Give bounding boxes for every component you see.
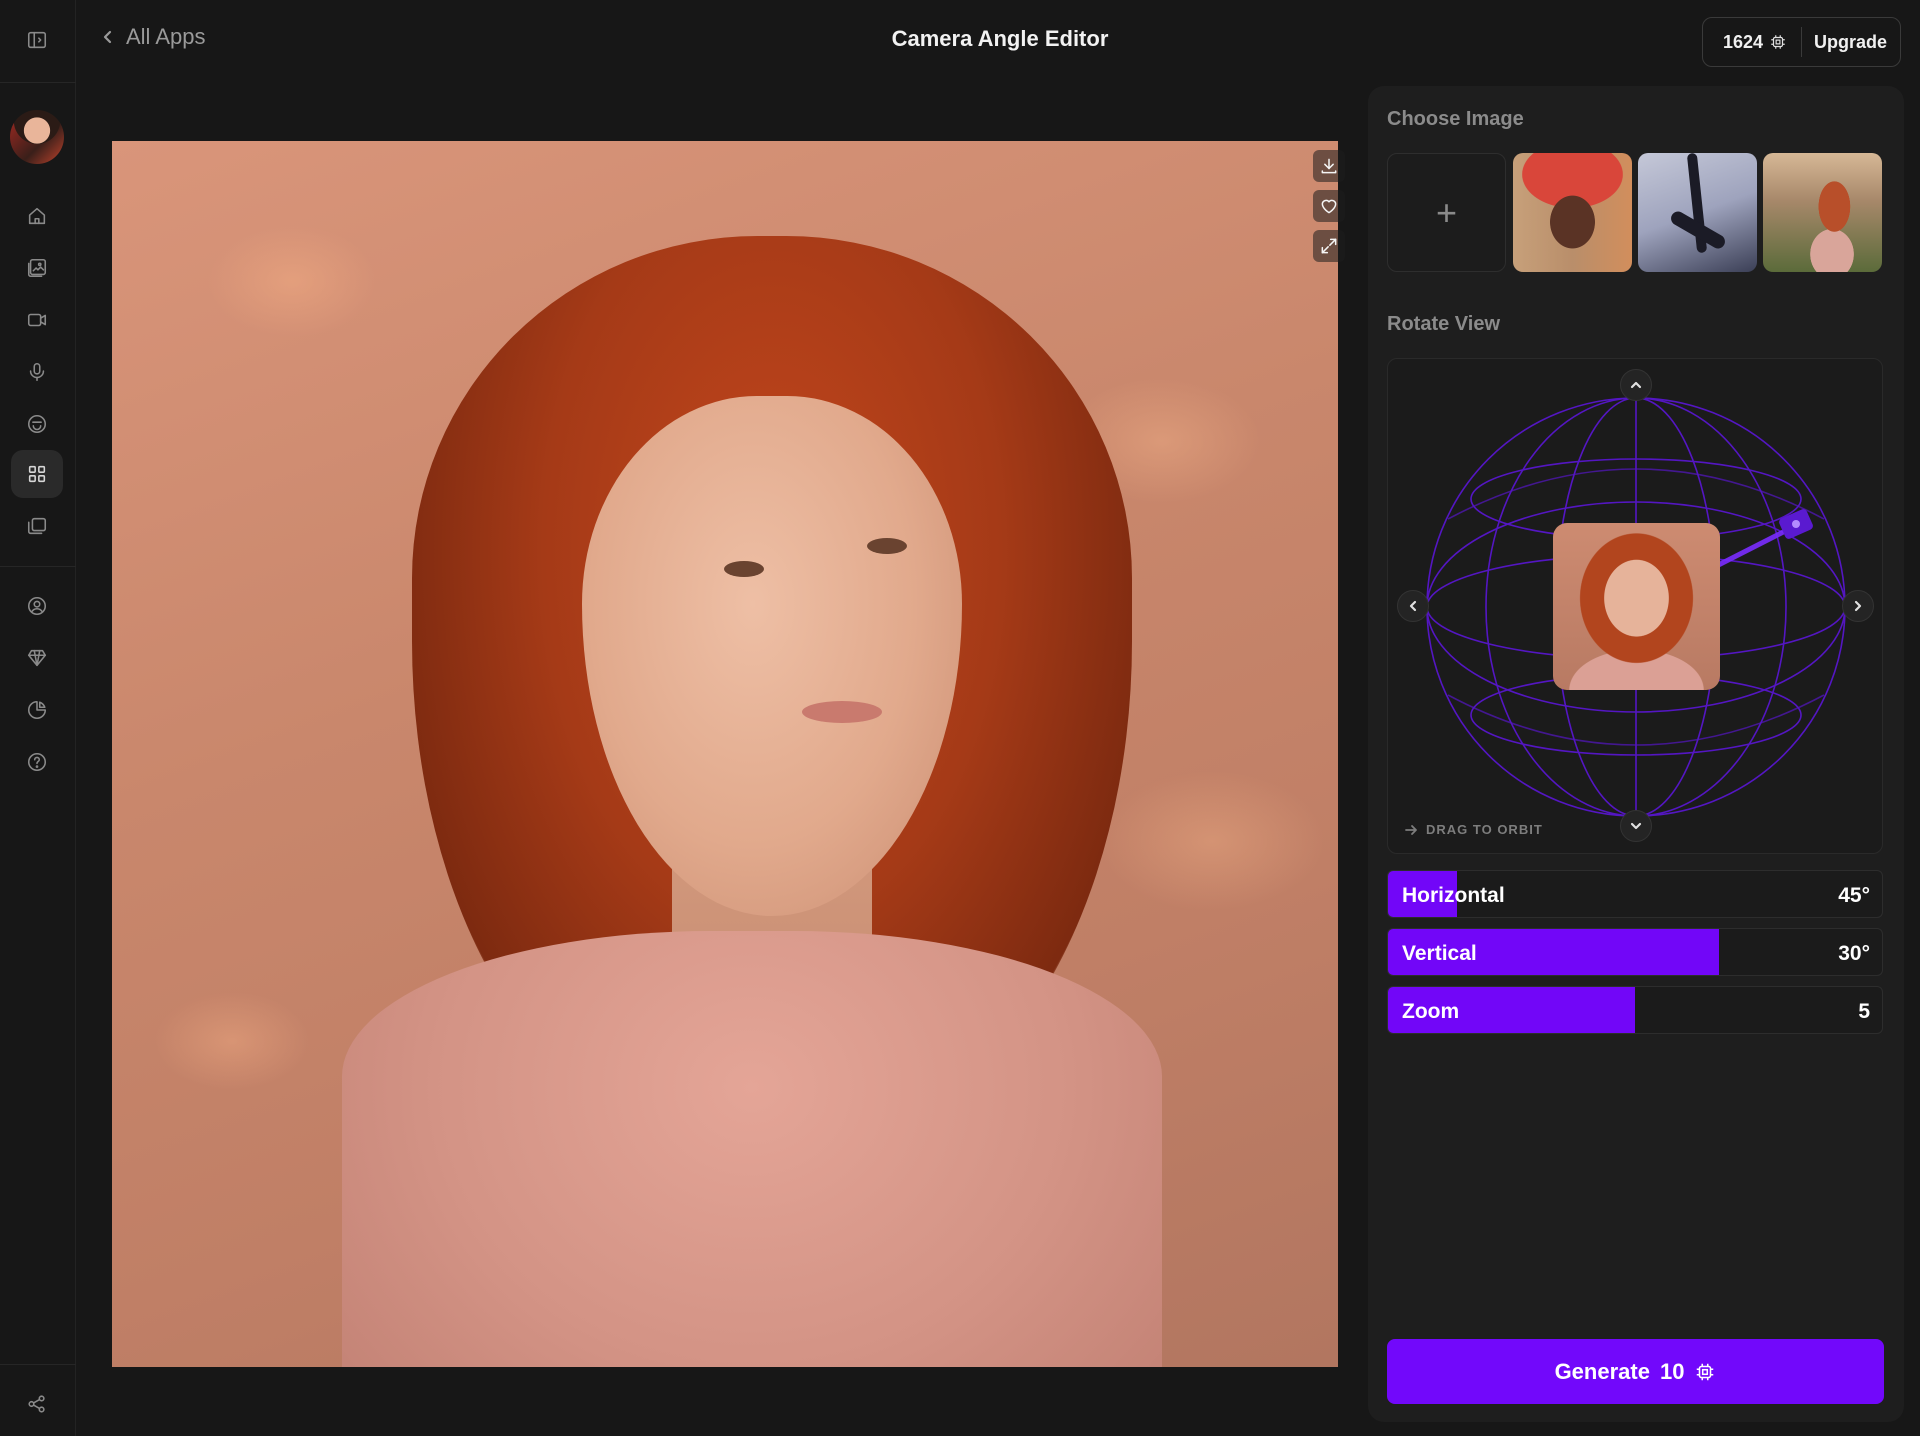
generate-label: Generate bbox=[1554, 1358, 1650, 1384]
orbit-control[interactable]: DRAG TO ORBIT bbox=[1387, 358, 1883, 854]
share-icon[interactable] bbox=[11, 1380, 63, 1428]
add-image-button[interactable]: + bbox=[1387, 153, 1506, 272]
diamond-icon[interactable] bbox=[11, 634, 63, 682]
home-icon[interactable] bbox=[11, 192, 63, 240]
slider-value: 5 bbox=[1858, 1000, 1870, 1023]
chip-icon bbox=[1771, 35, 1785, 49]
chevron-right-icon bbox=[1854, 600, 1862, 612]
drag-hint-label: DRAG TO ORBIT bbox=[1426, 822, 1543, 837]
orbit-up-button[interactable] bbox=[1620, 369, 1652, 401]
credits-counter[interactable]: 1624 bbox=[1703, 27, 1803, 57]
slider-label: Horizontal bbox=[1402, 884, 1505, 907]
download-icon[interactable] bbox=[1313, 150, 1345, 182]
drag-hint: DRAG TO ORBIT bbox=[1404, 822, 1543, 837]
orbit-right-button[interactable] bbox=[1842, 590, 1874, 622]
plus-icon: + bbox=[1435, 191, 1458, 233]
help-icon[interactable] bbox=[11, 738, 63, 786]
slider-label: Zoom bbox=[1402, 1000, 1460, 1023]
microphone-icon[interactable] bbox=[11, 348, 63, 396]
zoom-slider[interactable]: Zoom 5 bbox=[1387, 986, 1883, 1034]
image-edit-icon[interactable] bbox=[11, 244, 63, 292]
smile-icon[interactable] bbox=[11, 400, 63, 448]
chip-icon bbox=[1697, 1363, 1714, 1380]
sidebar-divider bbox=[0, 566, 76, 567]
chevron-up-icon bbox=[1630, 381, 1642, 389]
sidebar-divider bbox=[0, 1364, 76, 1365]
credits-value: 1624 bbox=[1723, 31, 1764, 52]
slider-value: 30° bbox=[1838, 942, 1870, 965]
generate-button[interactable]: Generate 10 bbox=[1387, 1339, 1884, 1404]
video-icon[interactable] bbox=[11, 296, 63, 344]
slider-label: Vertical bbox=[1402, 942, 1477, 965]
chevron-down-icon bbox=[1630, 822, 1642, 830]
image-thumbnail[interactable] bbox=[1638, 153, 1757, 272]
sidebar-divider bbox=[0, 82, 76, 83]
rotate-view-label: Rotate View bbox=[1387, 313, 1500, 335]
orbit-down-button[interactable] bbox=[1620, 810, 1652, 842]
upgrade-button[interactable]: Upgrade bbox=[1802, 32, 1887, 53]
vertical-slider[interactable]: Vertical 30° bbox=[1387, 928, 1883, 976]
sidebar bbox=[0, 0, 76, 1436]
usage-chart-icon[interactable] bbox=[11, 686, 63, 734]
apps-grid-icon[interactable] bbox=[11, 450, 63, 498]
portrait-lips bbox=[802, 701, 882, 723]
page-title: Camera Angle Editor bbox=[891, 26, 1109, 51]
main-image bbox=[112, 141, 1338, 1367]
portrait-shirt bbox=[342, 931, 1162, 1367]
generate-cost: 10 bbox=[1659, 1358, 1685, 1384]
choose-image-label: Choose Image bbox=[1387, 108, 1524, 130]
library-icon[interactable] bbox=[11, 502, 63, 550]
portrait-eye bbox=[724, 561, 764, 577]
account-icon[interactable] bbox=[11, 582, 63, 630]
slider-value: 45° bbox=[1838, 884, 1870, 907]
orbit-preview-image bbox=[1553, 523, 1720, 690]
image-thumbnail[interactable] bbox=[1763, 153, 1882, 272]
orbit-left-button[interactable] bbox=[1397, 590, 1429, 622]
chevron-left-icon bbox=[1409, 600, 1417, 612]
image-thumbnail[interactable] bbox=[1513, 153, 1632, 272]
avatar[interactable] bbox=[10, 110, 64, 164]
arrow-right-icon bbox=[1405, 824, 1417, 835]
expand-icon[interactable] bbox=[1313, 230, 1345, 262]
heart-icon[interactable] bbox=[1313, 190, 1345, 222]
account-actions: 1624 Upgrade bbox=[1702, 17, 1901, 67]
horizontal-slider[interactable]: Horizontal 45° bbox=[1387, 870, 1883, 918]
settings-panel: Choose Image + Rotate View DRAG TO ORBIT… bbox=[1368, 86, 1904, 1422]
portrait-eye bbox=[867, 538, 907, 554]
